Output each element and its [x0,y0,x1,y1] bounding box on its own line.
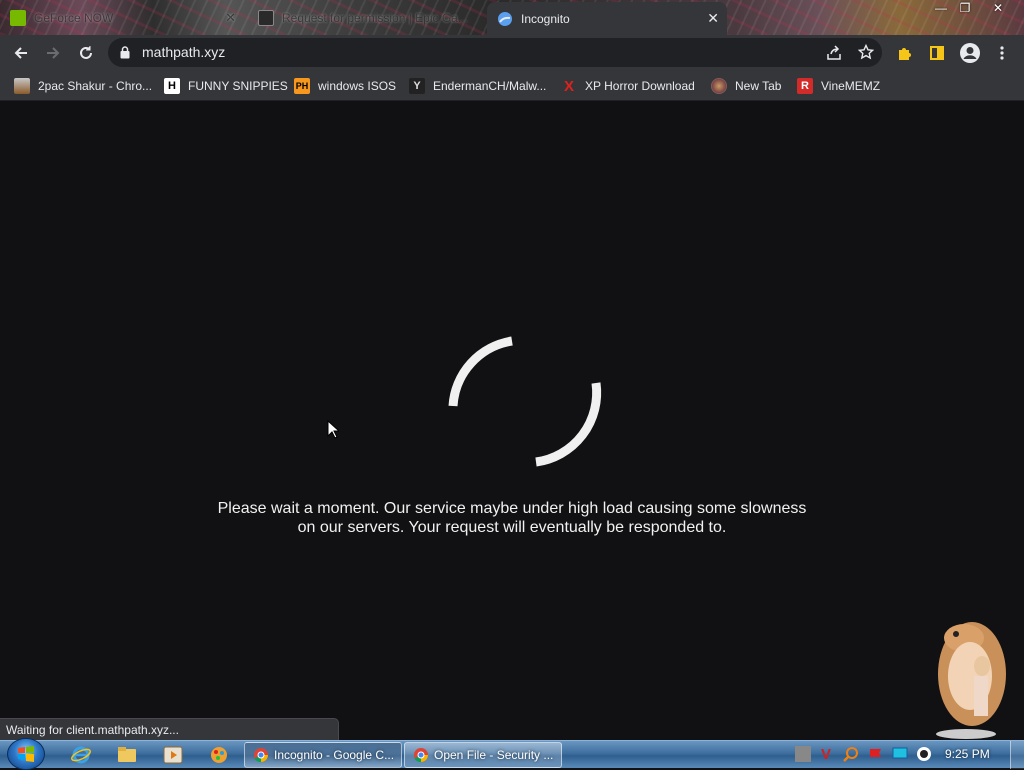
chrome-icon [254,748,268,763]
bookmark-label: VineMEMZ [821,79,881,93]
kebab-menu-icon [1000,46,1004,60]
r-logo-favicon: R [797,78,813,94]
tab-title: Incognito [521,11,570,26]
tray-flag-icon[interactable] [868,746,884,762]
geforce-now-favicon [10,9,26,26]
h-logo-favicon: H [164,78,180,94]
mouse-cursor-icon [327,420,339,439]
close-tab-icon[interactable]: ✕ [707,10,719,27]
back-arrow-icon [14,47,27,59]
tray-monitor-icon[interactable] [892,746,908,762]
bookmark-label: EndermanCH/Malw... [433,79,547,93]
bookmark-label: windows ISOS [318,79,397,93]
bookmark-endermanch[interactable]: Y EndermanCH/Malw... [409,76,546,96]
chrome-menu-button[interactable] [989,40,1015,66]
file-explorer-icon[interactable] [116,744,138,766]
2pac-favicon [14,78,30,94]
bookmark-windows-isos[interactable]: PH windows ISOS [294,76,396,96]
endermanch-favicon: Y [409,78,425,94]
tab-title: Request for permission | Epic Ga... [282,10,468,25]
bookmark-label: New Tab [735,79,782,93]
taskbar-button-open-file[interactable]: Open File - Security ... [404,742,562,768]
address-bar[interactable]: mathpath.xyz [108,38,882,67]
status-bubble: Waiting for client.mathpath.xyz... [0,718,339,740]
taskbar-clock[interactable]: 9:25 PM [945,747,990,761]
tab-incognito[interactable]: Incognito ✕ [487,2,727,35]
desktop-mascot-icon [936,622,1006,739]
x-logo-favicon: X [563,77,574,95]
bookmark-label: XP Horror Download [585,79,695,93]
globe-favicon [711,78,727,94]
show-desktop-button[interactable] [1010,741,1024,769]
side-panel-icon [930,46,944,60]
tab-epic-games[interactable]: Request for permission | Epic Ga... [250,2,486,33]
tab-title: GeForce NOW [34,10,114,25]
tray-v-icon[interactable]: V [818,746,834,763]
profile-avatar-icon [960,43,980,63]
loading-message-line: Please wait a moment. Our service maybe … [217,500,807,517]
profile-button[interactable] [957,40,983,66]
chrome-favicon [497,11,513,27]
paint-app-icon[interactable] [208,744,230,766]
bookmarks-bar: 2pac Shakur - Chro... H FUNNY SNIPPIES P… [0,70,1024,101]
bookmark-label: 2pac Shakur - Chro... [38,79,153,93]
bookmark-funny-snippies[interactable]: H FUNNY SNIPPIES [164,76,288,96]
tab-strip: GeForce NOW ✕ Request for permission | E… [0,0,1024,35]
bookmark-new-tab[interactable]: New Tab [711,76,781,96]
task-label: Incognito - Google C... [274,748,395,762]
side-panel-button[interactable] [924,40,950,66]
close-window-button[interactable]: ✕ [983,0,1013,18]
reload-button[interactable] [73,40,99,66]
tab-geforce-now[interactable]: GeForce NOW ✕ [10,2,250,33]
forward-button[interactable] [40,40,66,66]
back-button[interactable] [8,40,34,66]
bookmark-label: FUNNY SNIPPIES [188,79,288,93]
loading-message-line: on our servers. Your request will eventu… [297,519,727,536]
windows-logo-icon [18,746,34,762]
address-url[interactable]: mathpath.xyz [142,44,225,60]
loading-message: Please wait a moment. Our service maybe … [200,499,824,537]
chrome-icon [414,748,428,763]
media-player-icon[interactable] [162,744,184,766]
task-label: Open File - Security ... [434,748,554,762]
reload-icon [80,46,92,59]
puzzle-icon [899,48,911,60]
extensions-button[interactable] [892,40,918,66]
bookmark-star-icon[interactable] [858,44,874,60]
ph-logo-favicon: PH [294,78,310,94]
taskbar: Incognito - Google C... Open File - Secu… [0,738,1024,770]
share-icon[interactable] [826,45,842,61]
bookmark-xp-horror[interactable]: X XP Horror Download [561,76,695,96]
bookmark-2pac[interactable]: 2pac Shakur - Chro... [14,76,152,96]
maximize-button[interactable]: ❐ [950,0,980,18]
forward-arrow-icon [47,47,60,59]
loading-spinner [448,336,602,467]
browser-toolbar: mathpath.xyz [0,35,1024,70]
tray-app-icon[interactable] [795,746,811,762]
lock-icon[interactable] [120,46,130,59]
close-tab-icon[interactable]: ✕ [225,10,236,26]
tray-search-icon[interactable] [843,746,859,762]
start-button[interactable] [7,738,45,770]
epic-games-favicon [258,9,274,26]
page-content: Please wait a moment. Our service maybe … [0,101,1024,740]
taskbar-button-incognito[interactable]: Incognito - Google C... [244,742,402,768]
volume-icon[interactable] [916,746,932,762]
bookmark-vinememz[interactable]: R VineMEMZ [797,76,880,96]
internet-explorer-icon[interactable] [70,744,92,766]
